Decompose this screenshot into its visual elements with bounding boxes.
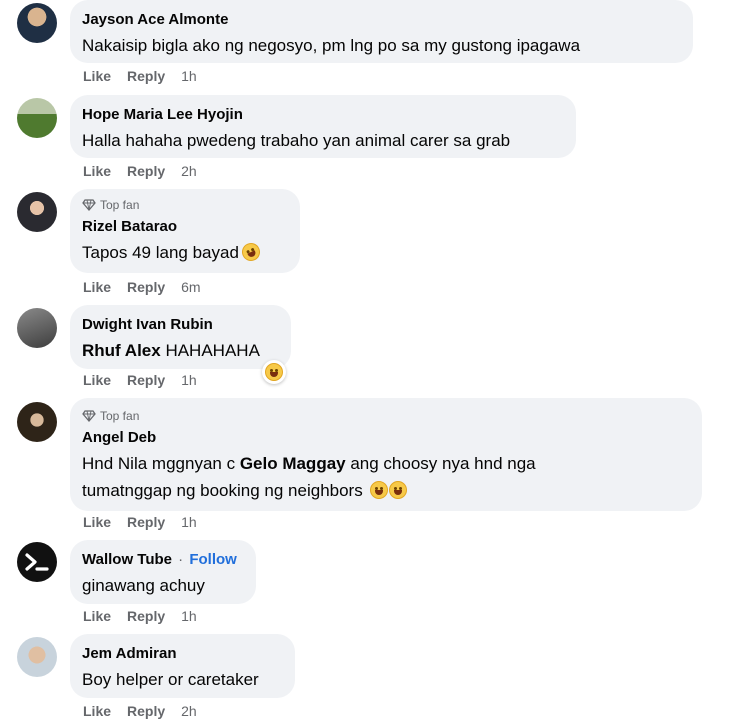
comment-actions: Like Reply 1h — [83, 68, 197, 84]
like-button[interactable]: Like — [83, 279, 111, 295]
reply-button[interactable]: Reply — [127, 68, 165, 84]
comment-text: ginawang achuy — [82, 576, 205, 595]
top-fan-badge: Top fan — [82, 197, 288, 213]
like-button[interactable]: Like — [83, 514, 111, 530]
avatar[interactable] — [17, 402, 57, 442]
reply-button[interactable]: Reply — [127, 608, 165, 624]
comment-timestamp[interactable]: 1h — [181, 514, 197, 530]
comment-timestamp[interactable]: 1h — [181, 68, 197, 84]
comment-text: Tapos 49 lang bayad — [82, 243, 239, 262]
comment-text: HAHAHAHA — [160, 341, 260, 360]
comment-bubble: Jem Admiran Boy helper or caretaker — [70, 634, 295, 698]
comment-timestamp[interactable]: 1h — [181, 608, 197, 624]
comment-bubble: Wallow Tube · Follow ginawang achuy — [70, 540, 256, 604]
comment-actions: Like Reply 1h — [83, 372, 197, 388]
avatar[interactable] — [17, 542, 57, 582]
comment-bubble: Top fan Rizel Batarao Tapos 49 lang baya… — [70, 189, 300, 273]
avatar[interactable] — [17, 637, 57, 677]
reply-button[interactable]: Reply — [127, 514, 165, 530]
comment-actions: Like Reply 6m — [83, 279, 201, 295]
comment-bubble: Jayson Ace Almonte Nakaisip bigla ako ng… — [70, 0, 693, 63]
comment-text-line: Hnd Nila mggnyan c Gelo Maggay ang choos… — [82, 451, 690, 476]
comment-author[interactable]: Dwight Ivan Rubin — [82, 315, 279, 335]
comment-text: Halla hahaha pwedeng trabaho yan animal … — [82, 131, 511, 150]
comment-author[interactable]: Wallow Tube — [82, 551, 172, 568]
comment-bubble: Top fan Angel Deb Hnd Nila mggnyan c Gel… — [70, 398, 702, 511]
comment-author[interactable]: Angel Deb — [82, 428, 690, 448]
comment-text: Nakaisip bigla ako ng negosyo, pm lng po… — [82, 36, 581, 55]
mention-link[interactable]: Rhuf Alex — [82, 341, 161, 360]
top-fan-badge: Top fan — [82, 408, 690, 424]
badge-label: Top fan — [100, 409, 140, 423]
like-button[interactable]: Like — [83, 68, 111, 84]
like-button[interactable]: Like — [83, 163, 111, 179]
terminal-logo-icon — [25, 553, 49, 571]
reply-button[interactable]: Reply — [127, 163, 165, 179]
comment-timestamp[interactable]: 2h — [181, 163, 197, 179]
comment-text: ang choosy nya hnd nga — [345, 454, 536, 473]
separator-dot: · — [178, 551, 184, 568]
comment-timestamp[interactable]: 6m — [181, 279, 200, 295]
grinning-emoji-icon — [370, 481, 389, 499]
haha-reaction-icon[interactable] — [262, 360, 286, 384]
follow-button[interactable]: Follow — [189, 551, 237, 568]
comment-actions: Like Reply 1h — [83, 514, 197, 530]
avatar[interactable] — [17, 308, 57, 348]
comment-actions: Like Reply 1h — [83, 608, 197, 624]
comment-text: Hnd Nila mggnyan c — [82, 454, 240, 473]
comment-text-line: Tapos 49 lang bayad — [82, 240, 288, 265]
comment-author[interactable]: Jayson Ace Almonte — [82, 10, 681, 30]
comment-timestamp[interactable]: 2h — [181, 703, 197, 719]
comment-bubble: Hope Maria Lee Hyojin Halla hahaha pwede… — [70, 95, 576, 158]
reply-button[interactable]: Reply — [127, 703, 165, 719]
comment-text-line: tumatnggap ng booking ng neighbors — [82, 478, 690, 503]
comment-timestamp[interactable]: 1h — [181, 372, 197, 388]
reply-button[interactable]: Reply — [127, 279, 165, 295]
mention-link[interactable]: Gelo Maggay — [240, 454, 346, 473]
author-line: Wallow Tube · Follow — [82, 550, 244, 570]
comment-author[interactable]: Hope Maria Lee Hyojin — [82, 105, 564, 125]
comment-author[interactable]: Jem Admiran — [82, 644, 283, 664]
comment-bubble: Dwight Ivan Rubin Rhuf Alex HAHAHAHA — [70, 305, 291, 369]
comment-actions: Like Reply 2h — [83, 703, 197, 719]
comment-text-line: Rhuf Alex HAHAHAHA — [82, 338, 279, 363]
comment-author[interactable]: Rizel Batarao — [82, 217, 288, 237]
comment-text: tumatnggap ng booking ng neighbors — [82, 481, 363, 500]
grinning-emoji-icon — [265, 363, 283, 381]
comment-text: Boy helper or caretaker — [82, 670, 259, 689]
like-button[interactable]: Like — [83, 703, 111, 719]
avatar[interactable] — [17, 98, 57, 138]
rolling-laughing-emoji-icon — [238, 240, 263, 264]
avatar[interactable] — [17, 192, 57, 232]
badge-label: Top fan — [100, 198, 140, 212]
like-button[interactable]: Like — [83, 372, 111, 388]
rolling-laughing-emoji-icon — [389, 481, 408, 499]
diamond-icon — [82, 410, 96, 422]
diamond-icon — [82, 199, 96, 211]
avatar[interactable] — [17, 3, 57, 43]
like-button[interactable]: Like — [83, 608, 111, 624]
reply-button[interactable]: Reply — [127, 372, 165, 388]
comment-actions: Like Reply 2h — [83, 163, 197, 179]
